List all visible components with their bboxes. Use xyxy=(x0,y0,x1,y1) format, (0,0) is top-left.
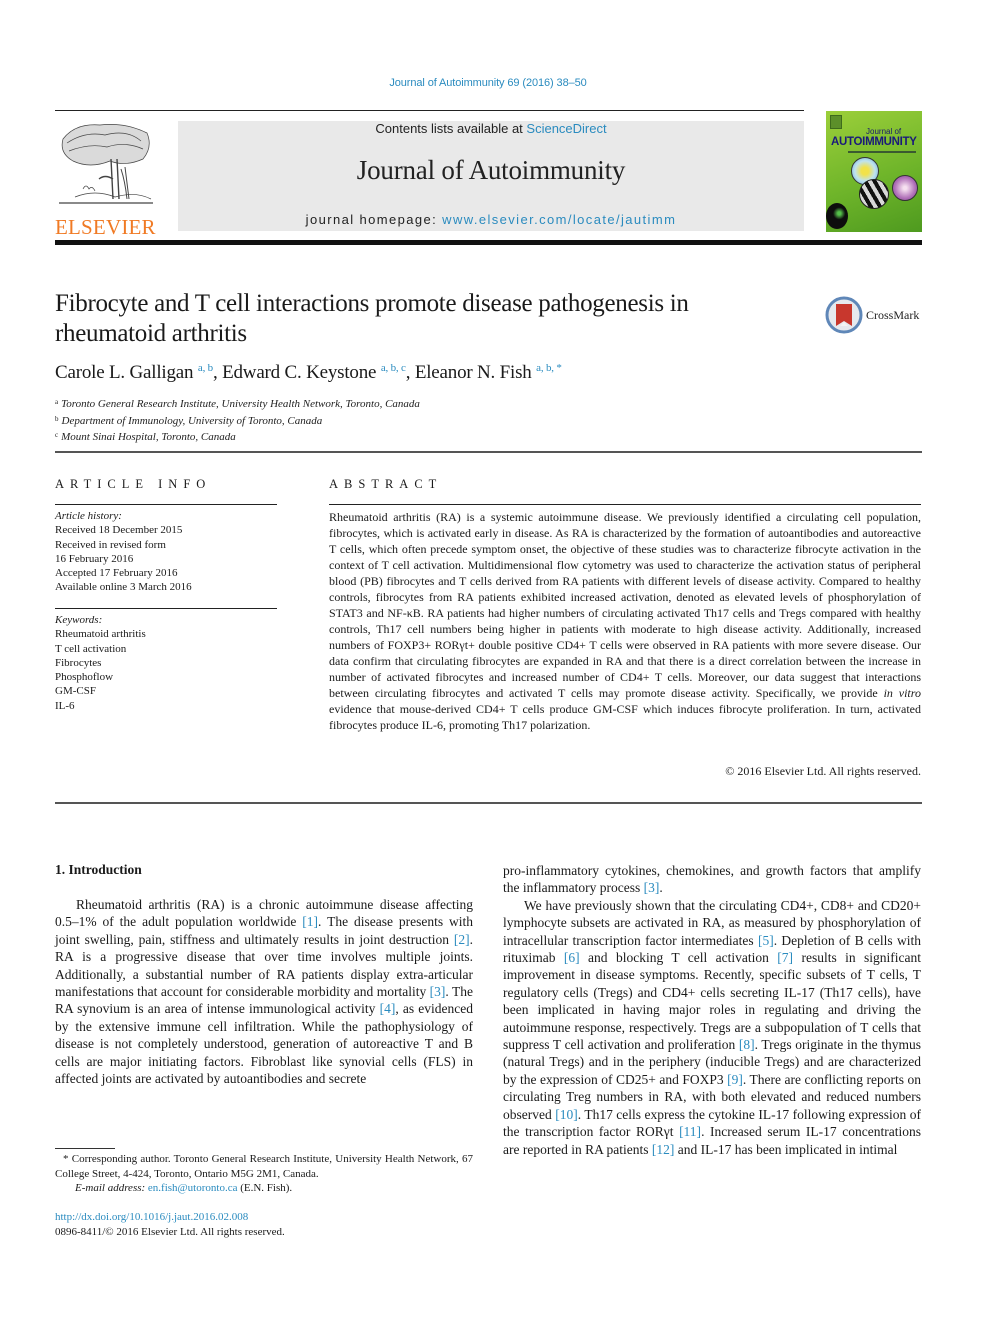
author-affiliation-sup[interactable]: a, b, * xyxy=(536,362,562,374)
keywords-label: Keywords: xyxy=(55,614,103,626)
sciencedirect-link[interactable]: ScienceDirect xyxy=(526,121,606,136)
body-paragraph: Rheumatoid arthritis (RA) is a chronic a… xyxy=(55,896,473,1087)
citation-link[interactable]: [12] xyxy=(652,1142,675,1157)
journal-reference-link[interactable]: Journal of Autoimmunity 69 (2016) 38–50 xyxy=(0,77,976,89)
abstract-text: Rheumatoid arthritis (RA) is a systemic … xyxy=(329,510,921,732)
abstract-italic: in vitro xyxy=(883,686,921,700)
abstract-rule xyxy=(329,504,921,505)
elsevier-logo: ELSEVIER xyxy=(55,119,156,238)
elsevier-wordmark: ELSEVIER xyxy=(55,215,156,239)
history-item: Received in revised form xyxy=(55,538,166,551)
crossmark-badge[interactable]: CrossMark xyxy=(825,296,919,334)
author[interactable]: Carole L. Galligan a, b, xyxy=(55,362,222,383)
email-label: E-mail address: xyxy=(75,1182,146,1194)
elsevier-tree-icon xyxy=(59,124,153,204)
citation-link[interactable]: [5] xyxy=(758,933,774,948)
body-paragraph: We have previously shown that the circul… xyxy=(503,897,921,1158)
keyword-item: Phosphoflow xyxy=(55,671,114,684)
body-paragraph: pro-inflammatory cytokines, chemokines, … xyxy=(503,862,921,897)
history-item: Available online 3 March 2016 xyxy=(55,581,192,594)
cover-publisher-mark xyxy=(830,115,842,129)
affiliation-item: a Toronto General Research Institute, Uni… xyxy=(55,398,420,410)
header-bottom-rule xyxy=(55,240,922,245)
keyword-item: GM-CSF xyxy=(55,685,96,698)
doi-block: http://dx.doi.org/10.1016/j.jaut.2016.02… xyxy=(55,1210,285,1240)
email-line: E-mail address: en.fish@utoronto.ca (E.N… xyxy=(55,1181,473,1196)
abstract-heading: ABSTRACT xyxy=(329,477,443,491)
keyword-item: IL-6 xyxy=(55,699,75,712)
corresponding-author-footnote: * Corresponding author. Toronto General … xyxy=(55,1152,473,1196)
article-history-label: Article history: xyxy=(55,510,122,522)
contents-availability: Contents lists available at ScienceDirec… xyxy=(178,121,804,136)
body-text: and blocking T cell activation xyxy=(579,950,778,966)
cover-big-title: AUTOIMMUNITY xyxy=(831,136,917,148)
author[interactable]: Eleanor N. Fish a, b, * xyxy=(415,362,562,383)
affiliation-item: b Department of Immunology, University of… xyxy=(55,414,323,427)
body-text: and IL-17 has been implicated in intimal xyxy=(674,1141,898,1157)
email-link[interactable]: en.fish@utoronto.ca xyxy=(148,1182,238,1194)
citation-link[interactable]: [6] xyxy=(564,950,580,965)
doi-link[interactable]: http://dx.doi.org/10.1016/j.jaut.2016.02… xyxy=(55,1211,248,1223)
author-affiliation-sup[interactable]: a, b xyxy=(198,362,213,374)
affiliations-divider xyxy=(55,451,922,453)
author-list: Carole L. Galligan a, b, Edward C. Keyst… xyxy=(55,362,562,384)
affiliation-item: c Mount Sinai Hospital, Toronto, Canada xyxy=(55,431,236,443)
citation-link[interactable]: [3] xyxy=(430,984,446,999)
corresponding-author-text: * Corresponding author. Toronto General … xyxy=(55,1153,473,1180)
abstract-copyright: © 2016 Elsevier Ltd. All rights reserved… xyxy=(725,764,921,778)
header-top-rule xyxy=(55,110,804,111)
citation-link[interactable]: [10] xyxy=(555,1107,578,1122)
homepage-link[interactable]: www.elsevier.com/locate/jautimm xyxy=(442,212,676,227)
keywords-rule xyxy=(55,608,277,609)
cover-cell-image-4 xyxy=(826,203,848,229)
keyword-item: Fibrocytes xyxy=(55,656,102,669)
citation-link[interactable]: [3] xyxy=(644,880,660,895)
body-text: . xyxy=(659,880,663,896)
footnote-rule xyxy=(55,1148,115,1149)
body-text: pro-inflammatory cytokines, chemokines, … xyxy=(503,863,921,896)
journal-homepage: journal homepage: www.elsevier.com/locat… xyxy=(178,212,804,227)
keywords: Keywords: Rheumatoid arthritis T cell ac… xyxy=(55,613,277,713)
contents-prefix: Contents lists available at xyxy=(375,121,527,136)
section-heading-introduction: 1. Introduction xyxy=(55,862,142,877)
cover-small-title: Journal of xyxy=(866,127,902,136)
body-column-left: Rheumatoid arthritis (RA) is a chronic a… xyxy=(55,896,473,1087)
article-history: Article history: Received 18 December 20… xyxy=(55,509,277,595)
cover-cell-image-2 xyxy=(859,179,889,209)
citation-link[interactable]: [8] xyxy=(739,1037,755,1052)
keyword-item: T cell activation xyxy=(55,642,127,655)
journal-title: Journal of Autoimmunity xyxy=(356,155,626,185)
citation-link[interactable]: [7] xyxy=(777,950,793,965)
history-item: Accepted 17 February 2016 xyxy=(55,567,178,580)
citation-link[interactable]: [9] xyxy=(727,1072,743,1087)
article-info-heading: ARTICLE INFO xyxy=(55,477,212,491)
citation-link[interactable]: [11] xyxy=(679,1124,701,1139)
affiliations: a Toronto General Research Institute, Uni… xyxy=(55,395,420,445)
body-column-right: pro-inflammatory cytokines, chemokines, … xyxy=(503,862,921,1158)
journal-masthead: Contents lists available at ScienceDirec… xyxy=(178,121,804,231)
cover-cell-image-3 xyxy=(892,175,918,201)
author-affiliation-sup[interactable]: a, b, c xyxy=(381,362,406,374)
homepage-prefix: journal homepage: xyxy=(305,212,443,227)
citation-link[interactable]: [2] xyxy=(454,932,470,947)
front-matter-divider xyxy=(55,802,922,804)
citation-link[interactable]: [1] xyxy=(302,914,318,929)
crossmark-icon xyxy=(825,296,863,334)
issn-copyright: 0896-8411/© 2016 Elsevier Ltd. All right… xyxy=(55,1226,285,1238)
author[interactable]: Edward C. Keystone a, b, c, xyxy=(222,362,415,383)
cover-subtitle-bar xyxy=(848,151,916,153)
citation-link[interactable]: [4] xyxy=(380,1001,396,1016)
article-info-rule xyxy=(55,504,277,505)
history-item: Received 18 December 2015 xyxy=(55,524,183,537)
keyword-item: Rheumatoid arthritis xyxy=(55,628,146,641)
email-suffix: (E.N. Fish). xyxy=(237,1182,293,1194)
article-title: Fibrocyte and T cell interactions promot… xyxy=(55,290,689,347)
crossmark-label: CrossMark xyxy=(866,307,920,322)
history-item: 16 February 2016 xyxy=(55,552,134,565)
journal-cover-image[interactable]: Journal of AUTOIMMUNITY xyxy=(826,111,922,232)
